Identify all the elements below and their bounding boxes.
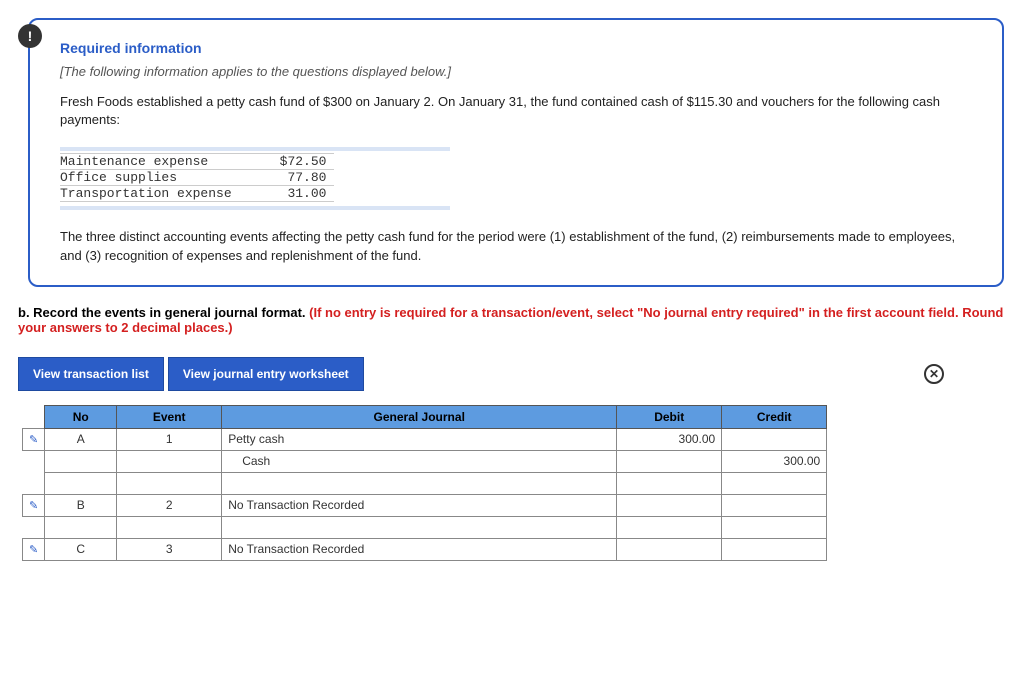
close-icon[interactable]: ✕ — [924, 364, 944, 384]
cell-general-journal[interactable]: No Transaction Recorded — [222, 494, 617, 516]
view-transaction-list-tab[interactable]: View transaction list — [18, 357, 164, 391]
voucher-amount: $72.50 — [240, 154, 335, 170]
voucher-label: Office supplies — [60, 170, 240, 186]
cell-debit[interactable] — [617, 516, 722, 538]
voucher-amount: 77.80 — [240, 170, 335, 186]
cell-event[interactable] — [117, 450, 222, 472]
alert-icon: ! — [28, 28, 33, 44]
table-row — [23, 516, 827, 538]
cell-no[interactable]: A — [45, 428, 117, 450]
cell-credit[interactable] — [722, 538, 827, 560]
edit-row-button[interactable]: ✎ — [23, 494, 45, 516]
table-row — [23, 472, 827, 494]
cell-credit[interactable] — [722, 516, 827, 538]
info-body-1: Fresh Foods established a petty cash fun… — [60, 93, 972, 129]
cell-credit[interactable] — [722, 494, 827, 516]
header-general-journal: General Journal — [222, 405, 617, 428]
table-row: Cash 300.00 — [23, 450, 827, 472]
voucher-table: Maintenance expense$72.50 Office supplie… — [60, 153, 334, 202]
header-credit: Credit — [722, 405, 827, 428]
cell-event[interactable] — [117, 516, 222, 538]
voucher-label: Maintenance expense — [60, 154, 240, 170]
edit-row-button[interactable]: ✎ — [23, 538, 45, 560]
cell-no[interactable]: C — [45, 538, 117, 560]
cell-general-journal[interactable]: No Transaction Recorded — [222, 538, 617, 560]
info-subtitle: [The following information applies to th… — [60, 64, 972, 79]
table-row: ✎ B2No Transaction Recorded — [23, 494, 827, 516]
cell-debit[interactable] — [617, 472, 722, 494]
cell-event[interactable]: 3 — [117, 538, 222, 560]
required-info-box: Required information [The following info… — [28, 18, 1004, 287]
alert-badge: ! — [18, 24, 42, 48]
edit-row-button[interactable]: ✎ — [23, 428, 45, 450]
header-debit: Debit — [617, 405, 722, 428]
question-part-b: b. Record the events in general journal … — [18, 305, 309, 320]
cell-no[interactable] — [45, 450, 117, 472]
pencil-icon: ✎ — [29, 500, 38, 512]
table-row: ✎ C3No Transaction Recorded — [23, 538, 827, 560]
pencil-icon: ✎ — [29, 544, 38, 556]
table-row: ✎ A1Petty cash300.00 — [23, 428, 827, 450]
cell-no[interactable] — [45, 516, 117, 538]
journal-table-wrap: No Event General Journal Debit Credit ✎ A… — [22, 405, 1014, 561]
cell-no[interactable]: B — [45, 494, 117, 516]
cell-debit[interactable] — [617, 538, 722, 560]
cell-credit[interactable] — [722, 428, 827, 450]
cell-debit[interactable] — [617, 450, 722, 472]
voucher-bar-bottom — [60, 206, 450, 210]
pencil-icon: ✎ — [29, 434, 38, 446]
view-journal-worksheet-tab[interactable]: View journal entry worksheet — [168, 357, 364, 391]
tabs-row: View transaction list View journal entry… — [18, 357, 1014, 391]
cell-debit[interactable]: 300.00 — [617, 428, 722, 450]
cell-general-journal[interactable]: Cash — [222, 450, 617, 472]
header-no: No — [45, 405, 117, 428]
cell-general-journal[interactable] — [222, 472, 617, 494]
cell-event[interactable] — [117, 472, 222, 494]
journal-table: No Event General Journal Debit Credit ✎ A… — [22, 405, 827, 561]
cell-credit[interactable] — [722, 472, 827, 494]
cell-event[interactable]: 1 — [117, 428, 222, 450]
info-title: Required information — [60, 40, 972, 56]
voucher-label: Transportation expense — [60, 186, 240, 202]
info-body-2: The three distinct accounting events aff… — [60, 228, 972, 264]
cell-general-journal[interactable]: Petty cash — [222, 428, 617, 450]
cell-debit[interactable] — [617, 494, 722, 516]
cell-event[interactable]: 2 — [117, 494, 222, 516]
question-text: b. Record the events in general journal … — [18, 305, 1014, 335]
cell-general-journal[interactable] — [222, 516, 617, 538]
voucher-amount: 31.00 — [240, 186, 335, 202]
voucher-bar-top — [60, 147, 450, 151]
header-event: Event — [117, 405, 222, 428]
cell-no[interactable] — [45, 472, 117, 494]
cell-credit[interactable]: 300.00 — [722, 450, 827, 472]
